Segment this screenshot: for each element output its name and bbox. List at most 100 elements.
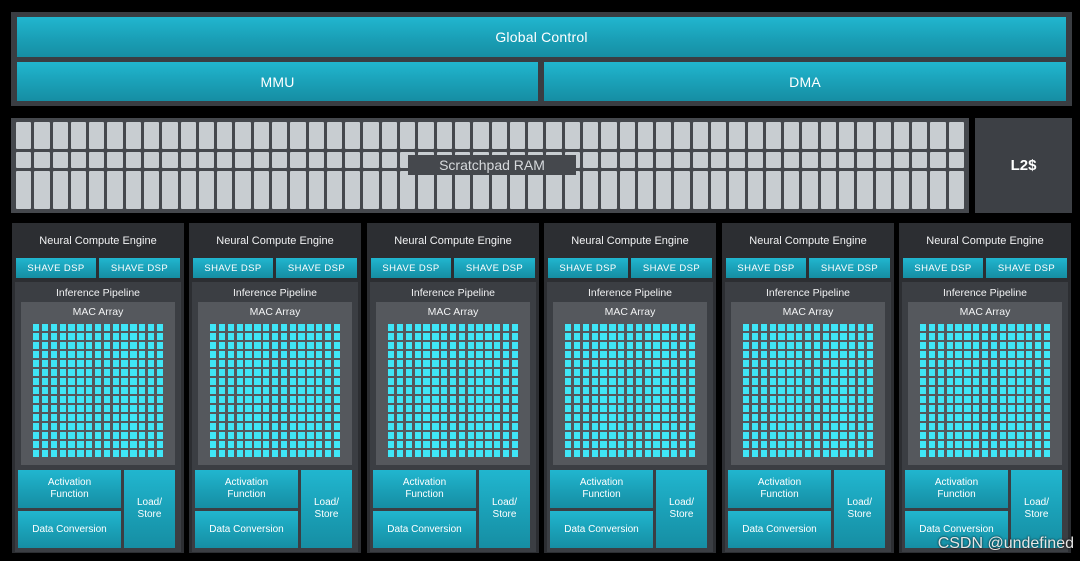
mac-cell [822, 414, 829, 421]
mac-cell [751, 369, 759, 376]
mac-cell [1034, 423, 1042, 430]
mac-cell [405, 324, 412, 331]
mac-cell [218, 387, 226, 394]
mac-cell [307, 342, 314, 349]
mac-cell [449, 360, 457, 367]
mac-cell [254, 333, 261, 340]
mac-cell [609, 324, 616, 331]
mac-cell [990, 369, 997, 376]
mac-cell [396, 432, 404, 439]
mac-cell [147, 441, 155, 448]
mac-cell [796, 387, 803, 394]
mac-cell [324, 396, 332, 403]
scratchpad-cell [692, 171, 708, 209]
mac-cell [751, 378, 759, 385]
mac-cell [449, 423, 457, 430]
mac-cell [50, 378, 57, 385]
mac-cell [333, 378, 340, 385]
mac-cell [849, 450, 856, 457]
scratchpad-cell [857, 171, 873, 209]
mac-cell [511, 387, 518, 394]
mac-cell [573, 387, 581, 394]
mac-cell [582, 441, 589, 448]
mac-cell [981, 423, 989, 430]
mac-cell [662, 360, 669, 367]
scratchpad-cell [70, 152, 87, 168]
mac-cell [840, 324, 847, 331]
mac-cell [635, 378, 642, 385]
mac-cell [139, 423, 146, 430]
mac-cell [485, 360, 492, 367]
mac-cell [1026, 324, 1033, 331]
mac-cell [502, 378, 510, 385]
mac-cell [990, 333, 997, 340]
mac-cell [866, 333, 873, 340]
mac-cell [1017, 324, 1024, 331]
mac-cell [1017, 387, 1024, 394]
activation-function-block: Activation Function [18, 470, 121, 508]
mac-cell [671, 360, 678, 367]
mac-cell [1043, 396, 1050, 403]
mac-cell [964, 441, 971, 448]
scratchpad-cell [235, 152, 251, 168]
mac-cell [59, 369, 66, 376]
scratchpad-cell [692, 152, 708, 168]
scratchpad-cell [893, 152, 910, 168]
mac-cell [324, 432, 332, 439]
mac-cell [103, 405, 110, 412]
mac-cell [946, 414, 953, 421]
mac-cell [307, 333, 314, 340]
scratchpad-cell [363, 122, 379, 149]
mac-cell [414, 423, 421, 430]
mac-cell [1017, 378, 1024, 385]
mac-cell [103, 333, 110, 340]
mac-cell [1008, 324, 1015, 331]
scratchpad-cell [34, 171, 50, 209]
watermark: CSDN @undefined [937, 535, 1074, 552]
mac-cell [955, 360, 962, 367]
mac-cell [441, 351, 448, 358]
mac-cell [245, 360, 252, 367]
mac-cell [787, 441, 794, 448]
mac-cell [68, 387, 75, 394]
mac-cell [1026, 441, 1033, 448]
mac-cell [565, 342, 572, 349]
mac-cell-grid [743, 324, 873, 457]
scratchpad-cell [601, 122, 617, 149]
mac-cell [147, 369, 155, 376]
mac-cell [760, 369, 767, 376]
mac-cell [33, 405, 40, 412]
mac-cell [502, 414, 510, 421]
mac-cell [1017, 423, 1024, 430]
mac-cell [920, 351, 927, 358]
mac-cell [41, 450, 49, 457]
mac-cell [210, 414, 217, 421]
mac-cell [626, 333, 634, 340]
mac-cell [423, 387, 430, 394]
mac-cell [218, 441, 226, 448]
mac-cell [946, 432, 953, 439]
mac-cell [1008, 387, 1015, 394]
mmu-block: MMU [17, 62, 538, 101]
mac-cell [787, 369, 794, 376]
mac-cell [324, 378, 332, 385]
mac-cell [866, 441, 873, 448]
mac-cell [565, 441, 572, 448]
mac-cell [307, 378, 314, 385]
mac-cell [573, 414, 581, 421]
mac-cell [999, 333, 1006, 340]
mac-cell [396, 378, 404, 385]
mac-cell [156, 342, 163, 349]
mac-cell [254, 396, 261, 403]
mac-cell [94, 387, 102, 394]
mac-cell [1008, 378, 1015, 385]
mac-cell [928, 441, 936, 448]
mac-cell [618, 333, 625, 340]
mac-cell [662, 423, 669, 430]
scratchpad-cell [930, 152, 946, 168]
mac-cell [227, 405, 234, 412]
mac-cell [316, 360, 323, 367]
mac-cell [866, 342, 873, 349]
mac-cell [263, 333, 270, 340]
mac-cell [485, 333, 492, 340]
